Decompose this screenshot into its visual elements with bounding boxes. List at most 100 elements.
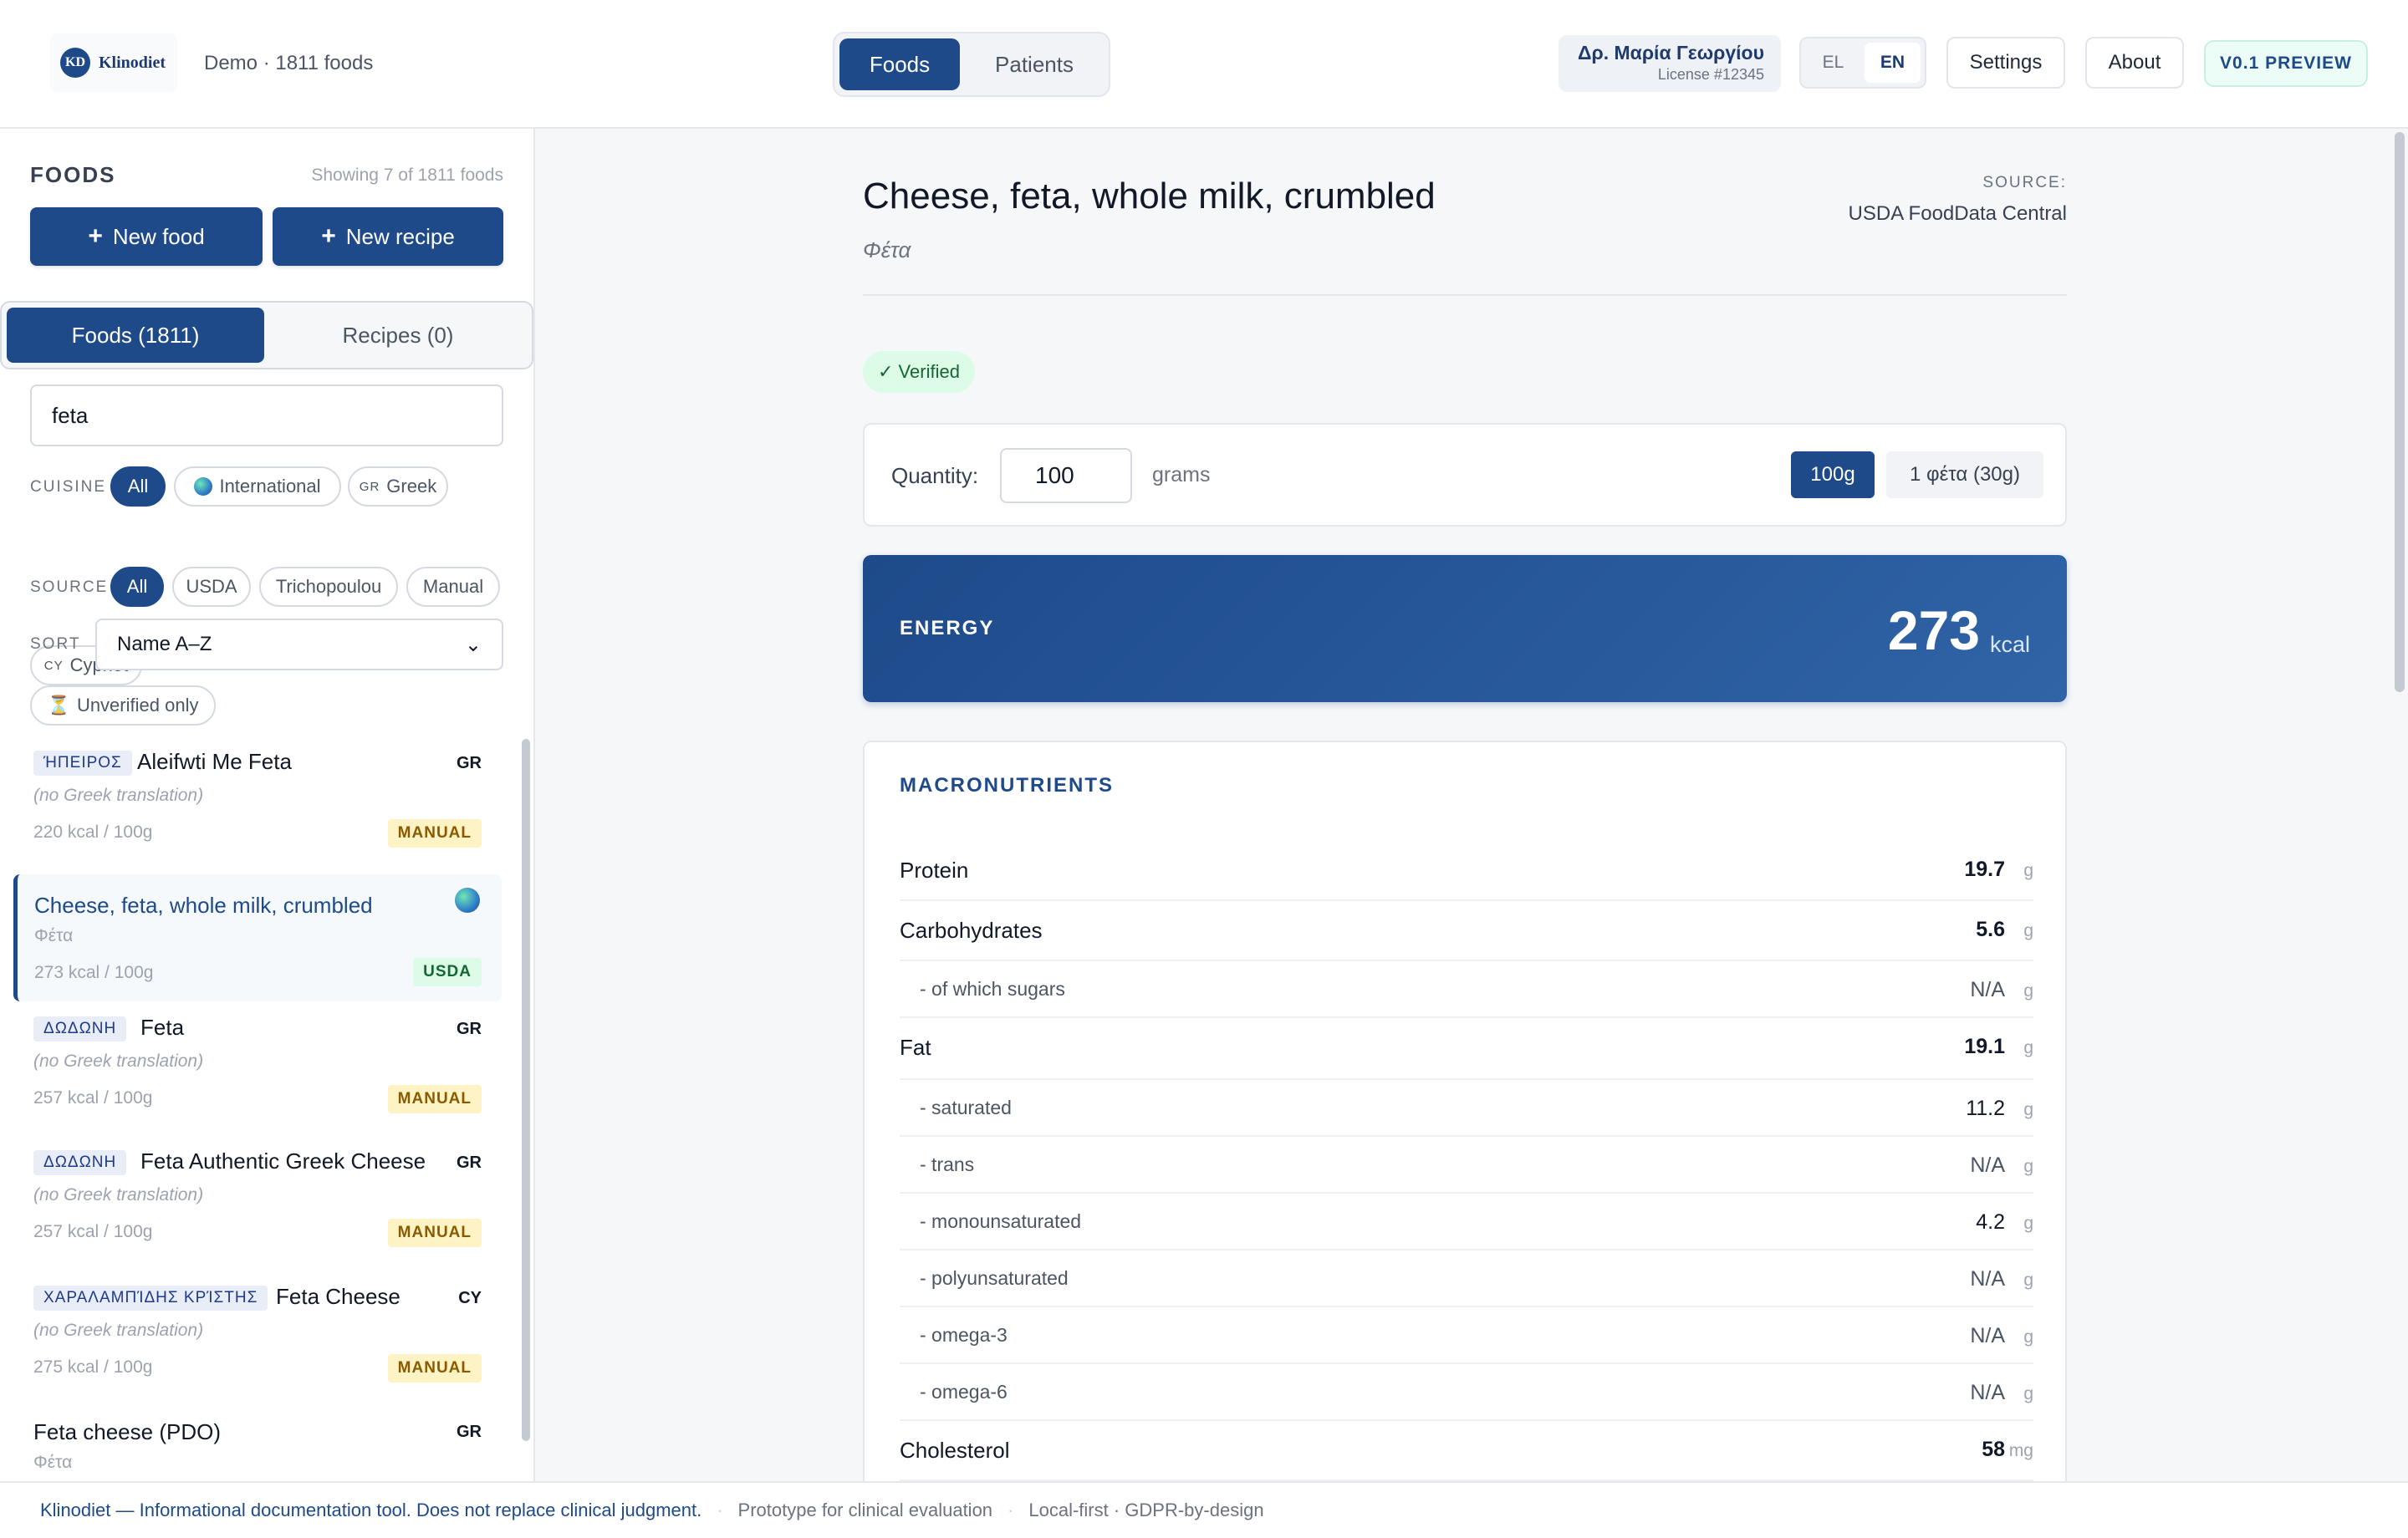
portion-100g-button[interactable]: 100g [1791,451,1875,498]
macro-name: - polyunsaturated [920,1267,1069,1289]
plus-icon: + [88,222,103,250]
source-trichopoulou-chip[interactable]: Trichopoulou [259,567,398,607]
macro-value: 19.7 [1964,858,2005,881]
source-manual-chip[interactable]: Manual [406,567,500,607]
lang-el-button[interactable]: EL [1805,43,1861,83]
source-badge: USDA [413,958,482,986]
search-input[interactable] [30,384,503,446]
globe-icon [194,477,213,496]
new-recipe-label: New recipe [345,223,455,249]
origin-code: GR [457,754,482,772]
macro-unit: g [2023,1038,2033,1057]
lang-en-button[interactable]: EN [1865,43,1921,83]
cuisine-international-chip[interactable]: International [174,466,341,507]
quantity-card: Quantity: grams 100g 1 φέτα (30g) [863,423,2067,527]
main-scrollbar[interactable] [2395,132,2405,692]
chevron-down-icon: ⌄ [464,633,482,656]
macro-unit: g [2023,861,2033,880]
user-chip[interactable]: Δρ. Μαρία Γεωργίου License #12345 [1559,35,1781,92]
origin-code: GR [457,1154,482,1172]
footer-prototype: Prototype for clinical evaluation [737,1500,993,1520]
list-tabs: Foods (1811) Recipes (0) [0,301,533,369]
food-name: Feta Authentic Greek Cheese [140,1148,426,1174]
brand-tag: ΧΑΡΑΛΑΜΠΊΔΗΣ ΚΡΊΣΤΗΣ [33,1286,268,1311]
food-list-item[interactable]: ΔΩΔΩΝΗ Feta GR (no Greek translation) 25… [13,1006,502,1133]
food-name: Feta cheese (PDO) [33,1419,221,1444]
kcal-label: 257 kcal / 100g [33,1222,153,1241]
food-list-item-selected[interactable]: Cheese, feta, whole milk, crumbled Φέτα … [13,874,502,1001]
energy-label: ENERGY [900,617,995,639]
tab-recipes-list[interactable]: Recipes (0) [269,308,527,363]
source-usda-chip[interactable]: USDA [172,567,251,607]
new-recipe-button[interactable]: + New recipe [273,207,503,266]
kcal-label: 275 kcal / 100g [33,1357,153,1377]
tab-foods-list[interactable]: Foods (1811) [7,308,264,363]
food-title: Cheese, feta, whole milk, crumbled [863,176,1436,216]
main-tabs: Foods Patients [833,32,1110,97]
origin-code: GR [457,1020,482,1038]
sidebar-scrollbar[interactable] [522,739,530,1441]
food-list-item[interactable]: ΉΠΕΙΡΟΣ Aleifwti Me Feta GR (no Greek tr… [13,741,502,868]
hourglass-icon: ⏳ [47,695,70,716]
food-list-item[interactable]: ΧΑΡΑΛΑΜΠΊΔΗΣ ΚΡΊΣΤΗΣ Feta Cheese CY (no … [13,1276,502,1403]
source-badge: MANUAL [387,1354,482,1383]
language-toggle: EL EN [1799,37,1926,89]
source-value: USDA FoodData Central [1848,202,2067,225]
greek-name: (no Greek translation) [33,1185,204,1204]
brand-tag: ΉΠΕΙΡΟΣ [33,751,132,776]
chip-label: Greek [386,476,437,497]
flag-gr-icon: GR [359,479,380,494]
macro-name: - monounsaturated [920,1210,1082,1232]
macro-name: - saturated [920,1097,1012,1118]
sort-value: Name A–Z [117,633,212,655]
user-name: Δρ. Μαρία Γεωργίου [1577,42,1764,64]
tab-patients[interactable]: Patients [965,38,1104,90]
food-greek-name: Φέτα [863,237,911,262]
plus-icon: + [321,222,336,250]
macro-unit: g [2023,921,2033,940]
macro-value: 4.2 [1976,1210,2005,1234]
food-list-item[interactable]: ΔΩΔΩΝΗ Feta Authentic Greek Cheese GR (n… [13,1140,502,1267]
sort-select[interactable]: Name A–Z ⌄ [95,619,503,670]
macro-value: N/A [1970,1154,2005,1177]
macro-unit: mg [2008,1441,2033,1460]
divider [863,294,2067,296]
food-name: Aleifwti Me Feta [137,749,292,774]
quantity-input[interactable] [1000,448,1132,503]
macro-name: - omega-6 [920,1381,1008,1403]
sidebar-title: FOODS [30,162,116,187]
unverified-only-chip[interactable]: ⏳ Unverified only [30,685,216,726]
footer-separator: · [717,1500,723,1520]
macro-row: Cholesterol 58 mg [900,1421,2033,1481]
macro-row: - of which sugars N/A g [900,961,2033,1018]
tab-foods[interactable]: Foods [839,38,960,90]
settings-button[interactable]: Settings [1946,37,2065,89]
app-logo[interactable]: KD Klinodiet [50,33,177,92]
macro-row: - omega-3 N/A g [900,1307,2033,1364]
cuisine-all-chip[interactable]: All [110,466,166,507]
macro-row: Fat 19.1 g [900,1018,2033,1080]
about-button[interactable]: About [2085,37,2184,89]
quantity-label: Quantity: [891,463,979,488]
foods-sidebar: FOODS Showing 7 of 1811 foods + New food… [0,129,535,1481]
user-license: License #12345 [1657,66,1764,83]
kcal-label: 257 kcal / 100g [33,1088,153,1108]
footer-separator: · [1008,1500,1014,1520]
greek-name: Φέτα [33,1453,73,1472]
results-count: Showing 7 of 1811 foods [311,166,503,185]
source-badge: MANUAL [387,819,482,848]
verified-badge: ✓ Verified [863,351,975,393]
macro-unit: g [2023,1214,2033,1233]
macro-unit: g [2023,981,2033,1001]
food-list-item[interactable]: Feta cheese (PDO) GR Φέτα [13,1409,502,1481]
logo-text: Klinodiet [99,53,166,72]
new-food-button[interactable]: + New food [30,207,263,266]
portion-slice-button[interactable]: 1 φέτα (30g) [1886,451,2043,498]
cuisine-greek-chip[interactable]: GR Greek [348,466,448,507]
energy-value: 273 [1887,599,1980,661]
macro-name: Protein [900,858,969,883]
macro-value: N/A [1970,1267,2005,1291]
demo-label: Demo · 1811 foods [204,52,374,74]
source-all-chip[interactable]: All [110,567,164,607]
macro-row: - saturated 11.2 g [900,1080,2033,1137]
